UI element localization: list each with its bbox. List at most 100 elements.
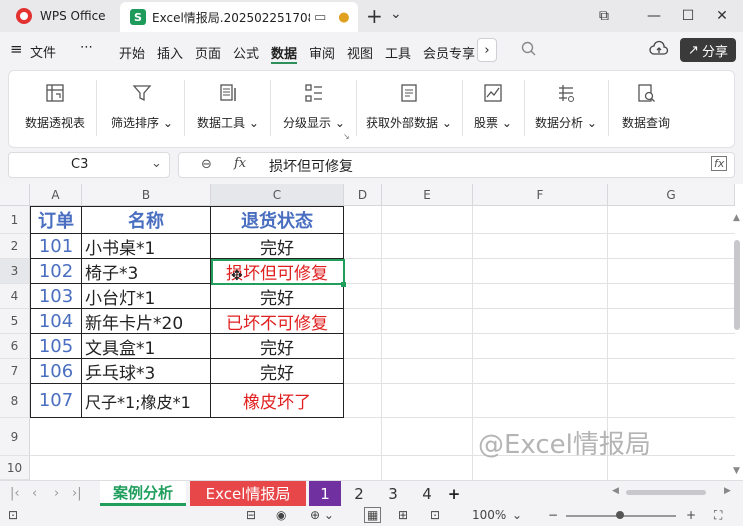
page-break-view-icon[interactable]: ⊞ xyxy=(398,508,408,522)
menu-formula[interactable]: 公式 xyxy=(233,43,259,62)
zoom-out-icon[interactable]: − xyxy=(548,508,558,522)
reading-mode-icon[interactable]: ⊟ xyxy=(246,508,256,522)
scroll-up-icon[interactable]: ▲ xyxy=(733,213,740,223)
fx-icon[interactable]: fx xyxy=(234,156,246,171)
maximize-icon[interactable]: ☐ xyxy=(678,6,698,26)
data-query-button[interactable]: 数据查询 xyxy=(614,78,678,142)
menu-data[interactable]: 数据 xyxy=(271,43,297,62)
stock-button[interactable]: 股票 ⌄ xyxy=(468,78,518,142)
row-header[interactable]: 7 xyxy=(0,359,30,384)
menu-scroll-right-icon[interactable]: › xyxy=(477,38,497,62)
row-header[interactable]: 8 xyxy=(0,384,30,418)
return-status-cell[interactable]: 完好 xyxy=(211,234,344,259)
row-header[interactable]: 2 xyxy=(0,234,30,259)
h-scroll-left-icon[interactable]: ◀ xyxy=(612,486,619,496)
column-header[interactable]: A xyxy=(30,184,82,206)
item-name-cell[interactable]: 文具盒*1 xyxy=(82,334,211,359)
row-header[interactable]: 6 xyxy=(0,334,30,359)
prev-sheet-icon[interactable]: ‹ xyxy=(32,486,37,501)
zoom-formula-icon[interactable]: ⊖ xyxy=(201,157,212,172)
dialog-launcher-icon[interactable]: ↘ xyxy=(343,132,350,141)
first-sheet-icon[interactable]: |‹ xyxy=(10,486,20,501)
return-status-cell[interactable]: 完好 xyxy=(211,359,344,384)
hamburger-icon[interactable]: ≡ xyxy=(10,40,23,58)
order-id-cell[interactable]: 107 xyxy=(31,384,82,418)
name-box[interactable]: C3 ⌄ xyxy=(8,152,170,178)
close-icon[interactable]: ✕ xyxy=(712,6,732,26)
unsaved-dot-icon[interactable]: ● xyxy=(338,10,349,25)
menu-insert[interactable]: 插入 xyxy=(157,43,183,62)
next-sheet-icon[interactable]: › xyxy=(54,486,59,501)
column-header[interactable]: G xyxy=(608,184,735,206)
return-status-cell[interactable]: 已坏不可修复 xyxy=(211,309,344,334)
restore-tabs-icon[interactable]: ⧉ xyxy=(594,6,614,26)
formula-bar[interactable]: ⊖ fx 损坏但可修复 fx xyxy=(178,152,735,178)
menu-file[interactable]: 文件 xyxy=(30,42,56,61)
external-data-button[interactable]: 获取外部数据 ⌄ xyxy=(362,78,456,142)
zoom-dropdown-icon[interactable]: ⌄ xyxy=(512,508,522,522)
zoom-in-icon[interactable]: + xyxy=(686,508,696,522)
order-id-cell[interactable]: 103 xyxy=(31,284,82,309)
row-header[interactable]: 9 xyxy=(0,418,30,456)
zoom-level[interactable]: 100% xyxy=(472,508,506,522)
horizontal-scrollbar[interactable] xyxy=(626,490,706,495)
tab-dropdown-button[interactable]: ⌄ xyxy=(390,6,402,22)
item-name-cell[interactable]: 小台灯*1 xyxy=(82,284,211,309)
menu-member[interactable]: 会员专享 xyxy=(423,43,475,62)
last-sheet-icon[interactable]: ›| xyxy=(72,486,82,501)
sheet-tab-3[interactable]: 3 xyxy=(379,481,407,506)
eye-protect-icon[interactable]: ◉ xyxy=(276,508,286,522)
cloud-upload-icon[interactable] xyxy=(649,40,669,58)
vertical-scrollbar[interactable] xyxy=(734,240,740,330)
sheet-tab-2[interactable]: 2 xyxy=(345,481,373,506)
minimize-icon[interactable]: — xyxy=(644,6,664,26)
page-layout-view-icon[interactable]: ⊡ xyxy=(430,508,440,522)
header-cell-order[interactable]: 订单 xyxy=(31,207,82,234)
menu-tools[interactable]: 工具 xyxy=(385,43,411,62)
fullscreen-icon[interactable]: ⛶ xyxy=(714,508,722,523)
sheet-tab-4[interactable]: 4 xyxy=(413,481,441,506)
order-id-cell[interactable]: 104 xyxy=(31,309,82,334)
document-tab[interactable]: S Excel情报局.20250225170802 ▭ ● xyxy=(120,2,358,32)
column-header[interactable]: F xyxy=(473,184,608,206)
column-header[interactable]: E xyxy=(382,184,473,206)
sheet-tab-case-analysis[interactable]: 案例分析 xyxy=(100,481,186,506)
data-tools-button[interactable]: 数据工具 ⌄ xyxy=(190,78,266,142)
monitor-icon[interactable]: ▭ xyxy=(314,10,326,25)
order-id-cell[interactable]: 105 xyxy=(31,334,82,359)
return-status-cell[interactable]: 完好 xyxy=(211,334,344,359)
row-header[interactable]: 4 xyxy=(0,284,30,309)
name-box-dropdown-icon[interactable]: ⌄ xyxy=(151,156,162,171)
row-header[interactable]: 10 xyxy=(0,456,30,480)
new-tab-button[interactable]: + xyxy=(366,4,383,28)
sheet-tab-1[interactable]: 1 xyxy=(309,481,341,506)
outline-button[interactable]: 分级显示 ⌄ xyxy=(276,78,352,142)
share-button[interactable]: ↗ 分享 xyxy=(680,38,736,62)
row-header[interactable]: 3 xyxy=(0,259,30,284)
zoom-slider-thumb[interactable] xyxy=(616,511,624,519)
return-status-cell[interactable]: 完好 xyxy=(211,284,344,309)
add-sheet-button[interactable]: + xyxy=(444,481,464,506)
scroll-down-icon[interactable]: ▼ xyxy=(733,466,740,476)
normal-view-icon[interactable]: ▦ xyxy=(364,507,382,523)
sheet-tab-excel-info[interactable]: Excel情报局 xyxy=(190,481,306,506)
item-name-cell[interactable]: 小书桌*1 xyxy=(82,234,211,259)
menu-more[interactable]: ⋯ xyxy=(80,40,93,55)
menu-review[interactable]: 审阅 xyxy=(309,43,335,62)
menu-home[interactable]: 开始 xyxy=(119,43,145,62)
row-header[interactable]: 1 xyxy=(0,206,30,234)
item-name-cell[interactable]: 椅子*3 xyxy=(82,259,211,284)
item-name-cell[interactable]: 尺子*1;橡皮*1 xyxy=(82,384,211,418)
filter-sort-button[interactable]: 筛选排序 ⌄ xyxy=(104,78,180,142)
select-all-corner[interactable] xyxy=(0,184,30,206)
order-id-cell[interactable]: 106 xyxy=(31,359,82,384)
wps-home-tab[interactable]: WPS Office xyxy=(6,3,114,29)
pivot-table-button[interactable]: 数据透视表 xyxy=(20,78,90,142)
expand-formula-icon[interactable]: fx xyxy=(711,156,728,171)
item-name-cell[interactable]: 乒乓球*3 xyxy=(82,359,211,384)
return-status-cell[interactable]: 橡皮坏了 xyxy=(211,384,344,418)
formula-content[interactable]: 损坏但可修复 xyxy=(269,156,353,176)
cell-focus-icon[interactable]: ⊕ ⌄ xyxy=(310,508,334,522)
search-icon[interactable] xyxy=(520,40,538,58)
menu-view[interactable]: 视图 xyxy=(347,43,373,62)
